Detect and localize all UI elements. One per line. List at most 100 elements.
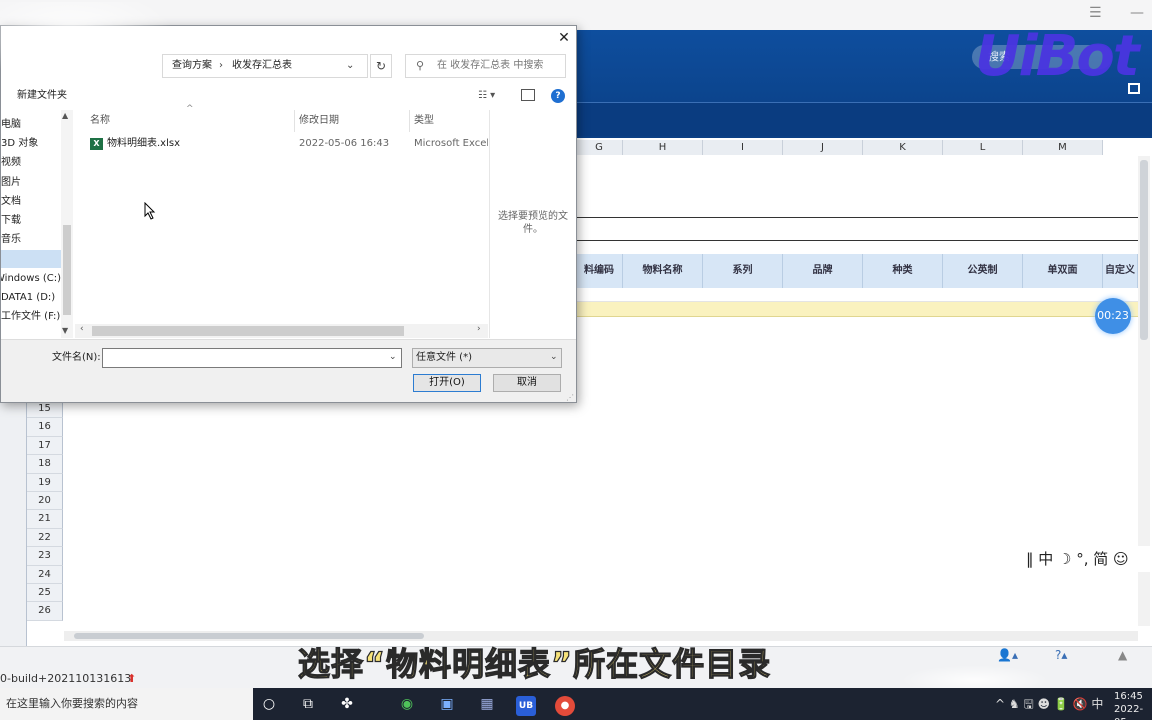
file-manager-icon[interactable]: ▣ bbox=[435, 692, 459, 716]
table-row[interactable] bbox=[576, 288, 1138, 302]
table-row-highlighted[interactable] bbox=[576, 302, 1138, 317]
row-number[interactable]: 21 bbox=[27, 510, 63, 529]
field-header-cell[interactable]: 单双面 bbox=[1023, 254, 1103, 288]
nav-item[interactable]: 音乐 bbox=[1, 231, 61, 249]
resize-grip-icon[interactable]: ⋰ bbox=[566, 393, 574, 402]
nav-selection-highlight bbox=[1, 250, 61, 268]
row-number[interactable]: 23 bbox=[27, 547, 63, 566]
field-header-cell[interactable]: 自定义 bbox=[1103, 254, 1138, 288]
column-letter[interactable]: G bbox=[576, 140, 623, 155]
breadcrumb-separator-icon[interactable]: › bbox=[219, 58, 223, 74]
refresh-icon[interactable]: ↻ bbox=[370, 54, 392, 78]
field-header-cell[interactable]: 品牌 bbox=[783, 254, 863, 288]
field-header-cell[interactable]: 种类 bbox=[863, 254, 943, 288]
row-number[interactable]: 22 bbox=[27, 528, 63, 548]
open-button[interactable]: 打开(O) bbox=[413, 374, 481, 392]
row-number[interactable]: 17 bbox=[27, 436, 63, 456]
preview-pane-icon[interactable] bbox=[521, 89, 535, 101]
hamburger-menu-icon[interactable]: ☰ bbox=[1089, 6, 1105, 20]
sheet-vertical-scroll-thumb[interactable] bbox=[1140, 160, 1148, 340]
column-letter-header: GHIJKLM bbox=[576, 140, 1103, 155]
collapse-icon[interactable]: ▲ bbox=[1118, 648, 1134, 664]
pinwheel-app-icon[interactable]: ✤ bbox=[335, 692, 359, 716]
column-divider[interactable] bbox=[294, 110, 295, 132]
task-view-icon[interactable]: ⧉ bbox=[296, 692, 320, 716]
filename-input[interactable] bbox=[102, 348, 402, 368]
row-number[interactable]: 25 bbox=[27, 583, 63, 603]
dialog-titlebar[interactable] bbox=[0, 25, 577, 53]
taskbar-search-box[interactable]: 在这里输入你要搜索的内容 bbox=[0, 688, 253, 720]
help-icon[interactable]: ? bbox=[551, 89, 565, 103]
calculator-icon[interactable]: ▦ bbox=[475, 692, 499, 716]
file-name[interactable]: 物料明细表.xlsx bbox=[107, 138, 180, 150]
field-header-cell[interactable]: 料编码 bbox=[576, 254, 623, 288]
file-list-scroll-thumb[interactable] bbox=[92, 326, 404, 336]
chevron-down-icon[interactable]: ⌄ bbox=[389, 350, 397, 364]
column-letter[interactable]: J bbox=[783, 140, 863, 155]
column-header-type[interactable]: 类型 bbox=[414, 115, 434, 127]
scroll-left-icon[interactable]: ‹ bbox=[80, 324, 84, 334]
user-menu-icon[interactable]: 👤▴ bbox=[997, 648, 1025, 664]
column-divider[interactable] bbox=[409, 110, 410, 132]
field-header-cell[interactable]: 物料名称 bbox=[623, 254, 703, 288]
scroll-down-icon[interactable]: ▼ bbox=[62, 326, 68, 335]
new-folder-button[interactable]: 新建文件夹 bbox=[17, 89, 67, 103]
system-tray[interactable]: ^ ♞ 🖫 ☻ 🔋 🔇 中 bbox=[995, 688, 1103, 720]
nav-scroll-thumb[interactable] bbox=[63, 225, 71, 315]
red-app-icon[interactable]: ● bbox=[553, 692, 577, 716]
column-letter[interactable]: H bbox=[623, 140, 703, 155]
nav-item[interactable]: 下载 bbox=[1, 212, 61, 230]
field-header-cell[interactable]: 公英制 bbox=[943, 254, 1023, 288]
chevron-down-icon[interactable]: ⌄ bbox=[346, 58, 354, 74]
taskbar-clock[interactable]: 16:45 2022-05 bbox=[1114, 690, 1152, 720]
ime-toolbar[interactable]: ‖ 中 ☽ °, 简 ☺ bbox=[1022, 546, 1152, 572]
excel-file-icon: X bbox=[90, 138, 103, 150]
sheet-horizontal-scroll-thumb[interactable] bbox=[74, 633, 424, 639]
view-options-icon[interactable]: ☷ ▾ bbox=[478, 89, 495, 103]
browser-icon[interactable]: ◉ bbox=[395, 692, 419, 716]
search-icon: ⚲ bbox=[416, 59, 425, 72]
nav-item[interactable]: 图片 bbox=[1, 174, 61, 192]
row-number[interactable]: 20 bbox=[27, 491, 63, 511]
row-number[interactable]: 26 bbox=[27, 602, 63, 621]
breadcrumb-item[interactable]: 查询方案 bbox=[172, 58, 212, 74]
file-type: Microsoft Excel bbox=[414, 138, 488, 149]
filename-label: 文件名(N): bbox=[52, 352, 101, 363]
column-header-name[interactable]: 名称 bbox=[90, 115, 110, 127]
nav-item[interactable]: 工作文件 (F:) bbox=[1, 308, 61, 326]
column-header-modified[interactable]: 修改日期 bbox=[299, 115, 339, 127]
recording-timer-badge[interactable]: 00:23 bbox=[1095, 298, 1131, 334]
field-header-cell[interactable]: 系列 bbox=[703, 254, 783, 288]
nav-item[interactable]: 文档 bbox=[1, 193, 61, 211]
close-icon[interactable]: ✕ bbox=[554, 28, 574, 48]
upload-warning-icon[interactable]: ⬆ bbox=[127, 672, 136, 685]
cancel-button[interactable]: 取消 bbox=[493, 374, 561, 392]
scroll-right-icon[interactable]: › bbox=[477, 324, 481, 334]
nav-item[interactable]: 3D 对象 bbox=[1, 135, 61, 153]
minimize-icon[interactable]: — bbox=[1130, 6, 1146, 20]
nav-item[interactable]: 视频 bbox=[1, 154, 61, 172]
uibot-watermark-logo: UiBot bbox=[975, 24, 1140, 89]
row-number[interactable]: 16 bbox=[27, 418, 63, 437]
breadcrumb-item[interactable]: 收发存汇总表 bbox=[232, 58, 292, 74]
clock-time: 16:45 bbox=[1114, 691, 1143, 702]
file-modified-date: 2022-05-06 16:43 bbox=[299, 138, 390, 149]
help-menu-icon[interactable]: ?▴ bbox=[1055, 648, 1083, 664]
column-letter[interactable]: I bbox=[703, 140, 783, 155]
uibot-taskbar-icon[interactable]: UB bbox=[514, 692, 538, 716]
scroll-up-icon[interactable]: ▲ bbox=[62, 111, 68, 120]
nav-item[interactable]: Windows (C:) bbox=[1, 270, 61, 288]
column-letter[interactable]: L bbox=[943, 140, 1023, 155]
row-number[interactable]: 19 bbox=[27, 473, 63, 492]
restore-window-icon[interactable] bbox=[1128, 83, 1140, 94]
nav-item[interactable]: DATA1 (D:) bbox=[1, 289, 61, 307]
column-letter[interactable]: M bbox=[1023, 140, 1103, 155]
column-letter[interactable]: K bbox=[863, 140, 943, 155]
uibot-taskbar-label: UB bbox=[516, 696, 536, 716]
row-number[interactable]: 18 bbox=[27, 455, 63, 474]
folder-search-input[interactable] bbox=[437, 58, 562, 74]
chevron-down-icon[interactable]: ⌄ bbox=[550, 350, 558, 364]
cortana-icon[interactable]: ○ bbox=[257, 692, 281, 716]
row-number[interactable]: 24 bbox=[27, 565, 63, 584]
nav-item[interactable]: 电脑 bbox=[1, 116, 61, 134]
